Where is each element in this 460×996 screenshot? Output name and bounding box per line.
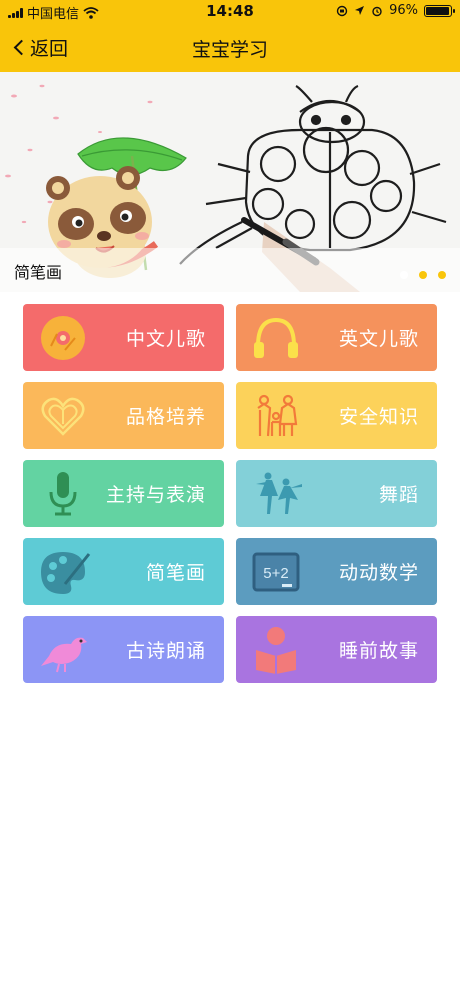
category-grid: 中文儿歌 英文儿歌品格培养 安全知识主持与表演 舞蹈简笔画 5+2 动动数学古诗朗诵 睡前故… bbox=[0, 292, 460, 683]
category-tile[interactable]: 睡前故事 bbox=[236, 616, 437, 683]
family-icon bbox=[257, 394, 298, 437]
category-label: 主持与表演 bbox=[105, 484, 206, 506]
category-tile[interactable]: 古诗朗诵 bbox=[23, 616, 224, 683]
category-label: 简笔画 bbox=[145, 562, 206, 584]
banner-caption-bar: 简笔画 bbox=[0, 248, 460, 292]
carousel-indicator bbox=[400, 271, 446, 279]
category-tile[interactable]: 主持与表演 bbox=[23, 460, 224, 527]
category-label: 睡前故事 bbox=[338, 640, 419, 662]
category-tile[interactable]: 中文儿歌 bbox=[23, 304, 224, 371]
category-label: 品格培养 bbox=[125, 406, 206, 428]
category-label: 动动数学 bbox=[338, 562, 419, 584]
category-tile[interactable]: 舞蹈 bbox=[236, 460, 437, 527]
reading-child-icon bbox=[256, 627, 296, 674]
heart-icon bbox=[41, 397, 85, 436]
banner-caption: 简笔画 bbox=[14, 263, 63, 282]
alarm-icon bbox=[372, 6, 382, 16]
category-tile[interactable]: 5+2 动动数学 bbox=[236, 538, 437, 605]
category-tile[interactable]: 安全知识 bbox=[236, 382, 437, 449]
category-label: 舞蹈 bbox=[378, 484, 419, 506]
category-label: 安全知识 bbox=[338, 406, 419, 428]
microphone-icon bbox=[49, 472, 77, 516]
category-label: 中文儿歌 bbox=[125, 328, 206, 350]
category-tile[interactable]: 品格培养 bbox=[23, 382, 224, 449]
status-bar: 中国电信 14:48 96% bbox=[0, 0, 460, 24]
cd-disc-icon bbox=[41, 316, 85, 360]
category-tile[interactable]: 英文儿歌 bbox=[236, 304, 437, 371]
bird-icon bbox=[41, 637, 87, 673]
palette-icon bbox=[41, 552, 91, 594]
location-icon bbox=[355, 6, 365, 15]
battery-percent: 96% bbox=[389, 3, 418, 18]
category-tile[interactable]: 简笔画 bbox=[23, 538, 224, 605]
category-label: 英文儿歌 bbox=[338, 328, 419, 350]
dancers-icon bbox=[256, 472, 302, 514]
page-title: 宝宝学习 bbox=[191, 39, 268, 61]
battery-icon bbox=[424, 4, 455, 17]
top-bar: 中国电信 14:48 96% 返回 宝宝学习 bbox=[0, 0, 460, 72]
math-board-icon: 5+2 bbox=[252, 552, 300, 592]
category-label: 古诗朗诵 bbox=[125, 640, 206, 662]
math-board-text: 5+2 bbox=[263, 565, 288, 582]
headphones-icon bbox=[254, 317, 298, 358]
nav-bar: 返回 宝宝学习 bbox=[0, 24, 460, 72]
status-right: 96% bbox=[336, 3, 455, 18]
carousel-dot[interactable] bbox=[419, 271, 427, 279]
rotation-lock-icon bbox=[336, 5, 348, 16]
carousel-dot[interactable] bbox=[438, 271, 446, 279]
carousel-dot[interactable] bbox=[400, 271, 408, 279]
banner-carousel[interactable]: 简笔画 bbox=[0, 72, 460, 292]
